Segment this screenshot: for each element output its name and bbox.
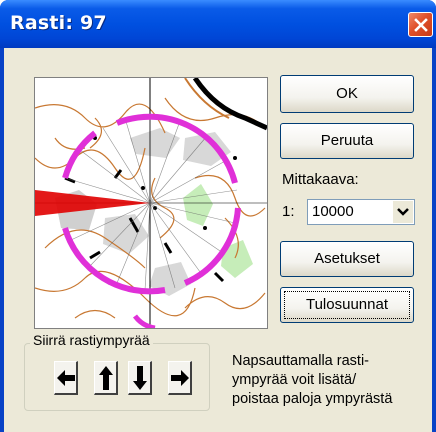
print-directions-button[interactable]: Tulosuunnat: [280, 287, 414, 323]
arrow-left-icon: [56, 369, 75, 386]
help-text: Napsauttamalla rasti- ympyrää voit lisät…: [232, 352, 432, 409]
close-x-icon: [413, 17, 428, 32]
scale-prefix: 1:: [282, 203, 295, 220]
orienteering-map: [35, 78, 267, 328]
cancel-button[interactable]: Peruuta: [280, 123, 414, 159]
scale-dropdown-button[interactable]: [393, 201, 413, 223]
control-map-preview[interactable]: [34, 77, 268, 329]
window-title: Rasti: 97: [10, 12, 107, 34]
settings-button[interactable]: Asetukset: [280, 241, 414, 277]
focus-rectangle: [284, 291, 410, 319]
cancel-button-label: Peruuta: [320, 132, 374, 149]
scale-value: 10000: [312, 203, 354, 220]
move-left-button[interactable]: [54, 361, 78, 395]
close-button[interactable]: [408, 12, 433, 37]
help-line: poistaa paloja ympyrästä: [232, 391, 393, 407]
ok-button-label: OK: [336, 85, 358, 102]
arrow-right-icon: [170, 369, 189, 386]
chevron-down-icon: [397, 208, 409, 216]
scale-label: Mittakaava:: [282, 171, 359, 188]
arrow-up-icon: [98, 365, 113, 390]
title-bar[interactable]: Rasti: 97: [0, 0, 436, 48]
help-line: Napsauttamalla rasti-: [232, 353, 369, 369]
settings-button-label: Asetukset: [314, 250, 380, 267]
arrow-down-icon: [132, 365, 147, 390]
help-line: ympyrää voit lisätä/: [232, 372, 357, 388]
move-up-button[interactable]: [94, 361, 118, 395]
move-down-button[interactable]: [128, 361, 152, 395]
ok-button[interactable]: OK: [280, 75, 414, 113]
scale-select[interactable]: 10000: [307, 199, 415, 225]
move-right-button[interactable]: [168, 361, 192, 395]
move-circle-group-title: Siirrä rastiympyrää: [30, 332, 153, 348]
